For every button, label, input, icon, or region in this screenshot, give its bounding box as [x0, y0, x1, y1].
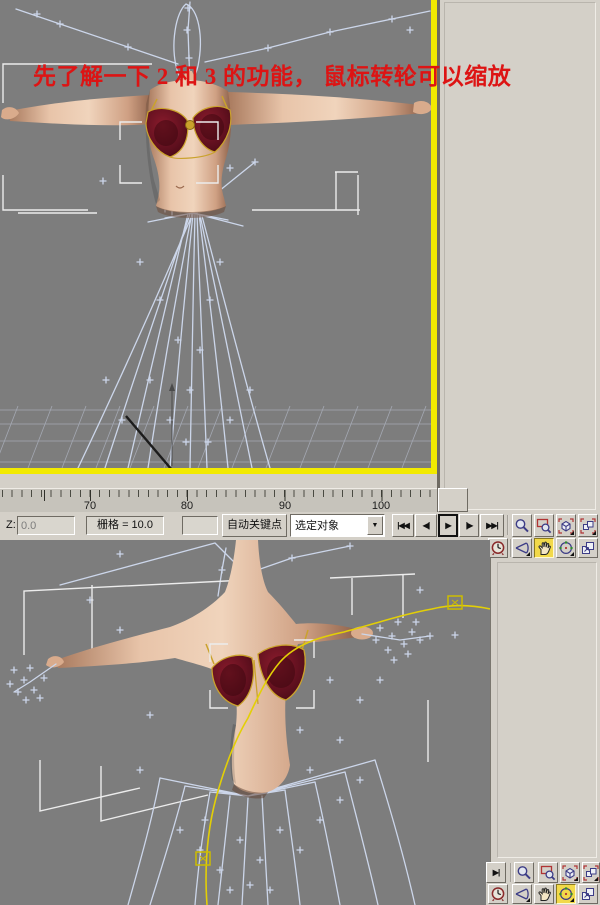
chevron-down-icon: ▼ — [372, 522, 379, 529]
time-configuration-icon — [490, 540, 506, 556]
toolbar-separator — [510, 863, 512, 882]
zoom-extents-button[interactable] — [556, 514, 576, 537]
toolbar-bottom-row-2 — [486, 884, 600, 905]
zoom-icon — [516, 865, 532, 881]
ruler-major-ticks — [0, 490, 435, 501]
zoom-extents-all-button[interactable] — [578, 514, 598, 537]
auto-key-button[interactable]: 自动关键点 — [222, 514, 287, 537]
pan-hand-icon — [536, 540, 552, 556]
grid-size-readout: 栅格 = 10.0 — [86, 516, 164, 535]
ruler-label-100: 100 — [372, 500, 390, 512]
command-panel-bottom — [490, 558, 600, 862]
field-of-view-button[interactable] — [512, 884, 532, 904]
dropdown-arrow-button[interactable]: ▼ — [367, 516, 383, 535]
z-label: Z: — [6, 520, 16, 531]
z-coordinate-field[interactable]: 0.0 — [17, 516, 75, 535]
key-filter-dropdown[interactable]: 选定对象 ▼ — [290, 514, 385, 537]
status-bar: Z: 0.0 栅格 = 10.0 自动关键点 选定对象 ▼ |◀◀ ◀| ▶ |… — [0, 512, 600, 538]
time-configuration-icon — [490, 886, 506, 902]
zoom-all-icon — [536, 518, 552, 534]
arc-rotate-button-active[interactable] — [556, 884, 576, 904]
toolbar-separator — [507, 515, 509, 535]
arc-rotate-icon — [558, 886, 574, 902]
zoom-extents-all-icon — [580, 518, 596, 534]
go-to-end-button-partial[interactable]: ▶| — [486, 862, 506, 883]
z-coordinate-value: 0.0 — [21, 521, 36, 532]
zoom-extents-button[interactable] — [560, 862, 580, 883]
go-to-end-button[interactable]: ▶▶| — [480, 514, 504, 537]
pan-hand-icon — [536, 886, 552, 902]
time-configuration-button[interactable] — [488, 538, 508, 558]
ruler-end-cap — [438, 488, 468, 512]
min-max-toggle-button[interactable] — [578, 884, 598, 904]
zoom-extents-icon — [558, 518, 574, 534]
go-to-start-button[interactable]: |◀◀ — [392, 514, 414, 537]
zoom-all-button[interactable] — [534, 514, 554, 537]
field-of-view-button[interactable] — [512, 538, 532, 558]
zoom-extents-icon — [562, 865, 578, 881]
zoom-extents-all-button[interactable] — [582, 862, 600, 883]
play-button[interactable]: ▶ — [438, 514, 458, 537]
min-max-toggle-icon — [580, 886, 596, 902]
application-window: 先了解一下 2 和 3 的功能， 鼠标转轮可以缩放 70 80 90 100 Z… — [0, 0, 600, 905]
time-slider-ruler[interactable]: 70 80 90 100 — [0, 488, 437, 514]
prompt-blank-field — [182, 516, 218, 535]
ruler-label-90: 90 — [279, 500, 291, 512]
annotation-text: 先了解一下 2 和 3 的功能， 鼠标转轮可以缩放 — [33, 57, 593, 91]
command-panel-bottom-inner — [497, 562, 597, 858]
ruler-label-70: 70 — [84, 500, 96, 512]
pan-button-active[interactable] — [534, 538, 554, 558]
zoom-all-icon — [540, 865, 556, 881]
zoom-button[interactable] — [512, 514, 532, 537]
ruler-label-80: 80 — [181, 500, 193, 512]
next-frame-button[interactable]: |▶ — [459, 514, 479, 537]
min-max-toggle-icon — [580, 540, 596, 556]
toolbar-bottom-row-1: ▶| — [486, 862, 600, 884]
track-bar-gap — [0, 474, 437, 488]
zoom-all-button[interactable] — [538, 862, 558, 883]
min-max-toggle-button[interactable] — [578, 538, 598, 558]
bra-ornament — [186, 121, 195, 130]
key-filter-value: 选定对象 — [295, 521, 339, 532]
zoom-button[interactable] — [514, 862, 534, 883]
pan-button[interactable] — [534, 884, 554, 904]
field-of-view-icon — [514, 540, 530, 556]
time-configuration-button[interactable] — [488, 884, 508, 904]
previous-frame-button[interactable]: ◀| — [415, 514, 437, 537]
viewport-bottom-perspective-view[interactable] — [0, 540, 490, 905]
zoom-extents-all-icon — [583, 865, 599, 881]
arc-rotate-icon — [558, 540, 574, 556]
zoom-icon — [514, 518, 530, 534]
arc-rotate-button[interactable] — [556, 538, 576, 558]
field-of-view-icon — [514, 886, 530, 902]
